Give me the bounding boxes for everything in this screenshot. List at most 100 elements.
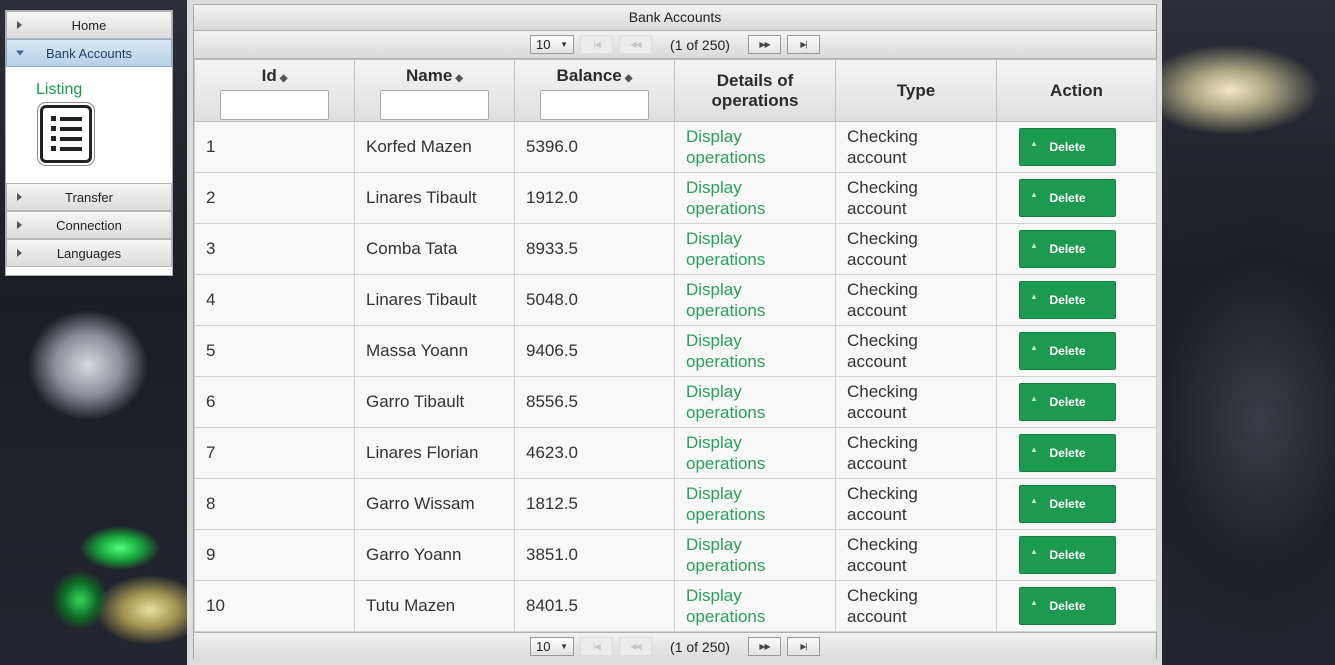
table-row: 7 Linares Florian 4623.0 Display operations C…: [194, 427, 1157, 479]
cell-balance: 8933.5: [514, 223, 675, 275]
cell-name: Tutu Mazen: [354, 580, 515, 632]
display-operations-link[interactable]: Display operations: [674, 529, 836, 581]
delete-button[interactable]: ▲ Delete: [1019, 128, 1116, 166]
menu-bank-accounts-label: Bank Accounts: [46, 45, 132, 61]
delete-button[interactable]: ▲ Delete: [1019, 536, 1116, 574]
type-label-2: account: [847, 556, 907, 575]
delete-button[interactable]: ▲ Delete: [1019, 587, 1116, 625]
first-page-icon[interactable]: |◀: [580, 637, 614, 656]
display-operations-link[interactable]: Display operations: [674, 172, 836, 224]
bottom-paginator: 10 ▼ |◀ ◀◀ (1 of 250) ▶▶ ▶|: [194, 632, 1156, 660]
cell-id: 7: [194, 427, 355, 479]
cell-balance: 1812.5: [514, 478, 675, 530]
delete-button-label: Delete: [1049, 140, 1086, 154]
page-report: (1 of 250): [670, 36, 730, 53]
menu-home-label: Home: [71, 17, 107, 33]
sort-icon[interactable]: ◆: [280, 73, 288, 84]
type-label-2: account: [847, 352, 907, 371]
table-row: 1 Korfed Mazen 5396.0 Display operations Chec…: [194, 121, 1157, 173]
menu-transfer[interactable]: Transfer: [6, 183, 172, 211]
caret-up-icon: ▲: [1030, 598, 1038, 607]
display-operations-link[interactable]: Display operations: [674, 121, 836, 173]
next-page-icon[interactable]: ▶▶: [747, 637, 781, 656]
link-label-1: Display: [686, 535, 742, 554]
column-balance[interactable]: Balance ◆: [514, 59, 675, 122]
cell-id: 3: [194, 223, 355, 275]
table-row: 5 Massa Yoann 9406.5 Display operations Check…: [194, 325, 1157, 377]
delete-button[interactable]: ▲ Delete: [1019, 281, 1116, 319]
caret-up-icon: ▲: [1030, 190, 1038, 199]
cell-name: Linares Tibault: [354, 172, 515, 224]
column-name[interactable]: Name ◆: [354, 59, 515, 122]
last-page-icon[interactable]: ▶|: [786, 637, 820, 656]
link-label-2: operations: [686, 148, 766, 167]
link-label-1: Display: [686, 229, 742, 248]
cell-id: 6: [194, 376, 355, 428]
sort-icon[interactable]: ◆: [455, 73, 463, 84]
table-header-row: Id ◆ Name ◆ Balance ◆ Details of operations: [194, 59, 1157, 122]
cell-action: ▲ Delete: [996, 121, 1157, 173]
delete-button-label: Delete: [1049, 242, 1086, 256]
prev-page-icon[interactable]: ◀◀: [619, 35, 653, 54]
type-label-2: account: [847, 250, 907, 269]
type-label-1: Checking: [847, 586, 918, 605]
delete-button[interactable]: ▲ Delete: [1019, 383, 1116, 421]
next-page-icon[interactable]: ▶▶: [747, 35, 781, 54]
menu-languages[interactable]: Languages: [6, 239, 172, 267]
cell-name: Comba Tata: [354, 223, 515, 275]
link-label-1: Display: [686, 280, 742, 299]
caret-up-icon: ▲: [1030, 496, 1038, 505]
side-menu: Home Bank Accounts Listing Transfer Conn…: [5, 10, 173, 276]
column-id[interactable]: Id ◆: [194, 59, 355, 122]
menu-home[interactable]: Home: [6, 11, 172, 39]
list-icon[interactable]: [40, 105, 92, 163]
type-label-2: account: [847, 505, 907, 524]
cell-action: ▲ Delete: [996, 274, 1157, 326]
balance-filter-input[interactable]: [540, 90, 649, 120]
link-label-1: Display: [686, 586, 742, 605]
rows-per-page-select[interactable]: 10 ▼: [530, 35, 575, 54]
prev-page-icon[interactable]: ◀◀: [619, 637, 653, 656]
rows-per-page-select[interactable]: 10 ▼: [530, 637, 575, 656]
menu-connection[interactable]: Connection: [6, 211, 172, 239]
delete-button[interactable]: ▲ Delete: [1019, 179, 1116, 217]
caret-up-icon: ▲: [1030, 343, 1038, 352]
column-action: Action: [996, 59, 1157, 122]
link-label-2: operations: [686, 250, 766, 269]
display-operations-link[interactable]: Display operations: [674, 580, 836, 632]
display-operations-link[interactable]: Display operations: [674, 223, 836, 275]
type-label-2: account: [847, 301, 907, 320]
cell-action: ▲ Delete: [996, 427, 1157, 479]
cell-name: Massa Yoann: [354, 325, 515, 377]
delete-button[interactable]: ▲ Delete: [1019, 434, 1116, 472]
menu-languages-label: Languages: [56, 245, 122, 261]
delete-button[interactable]: ▲ Delete: [1019, 485, 1116, 523]
display-operations-link[interactable]: Display operations: [674, 376, 836, 428]
table-row: 2 Linares Tibault 1912.0 Display operations C…: [194, 172, 1157, 224]
chevron-down-icon: [16, 50, 24, 56]
display-operations-link[interactable]: Display operations: [674, 274, 836, 326]
link-label-2: operations: [686, 301, 766, 320]
id-filter-input[interactable]: [220, 90, 329, 120]
cell-type: Checking account: [835, 121, 997, 173]
menu-bank-accounts[interactable]: Bank Accounts: [6, 39, 172, 67]
cell-balance: 9406.5: [514, 325, 675, 377]
last-page-icon[interactable]: ▶|: [786, 35, 820, 54]
name-filter-input[interactable]: [380, 90, 489, 120]
first-page-icon[interactable]: |◀: [580, 35, 614, 54]
delete-button[interactable]: ▲ Delete: [1019, 230, 1116, 268]
display-operations-link[interactable]: Display operations: [674, 478, 836, 530]
sort-icon[interactable]: ◆: [625, 73, 633, 84]
display-operations-link[interactable]: Display operations: [674, 427, 836, 479]
column-details-label-2: operations: [711, 90, 799, 110]
column-balance-label: Balance: [556, 66, 622, 85]
cell-action: ▲ Delete: [996, 376, 1157, 428]
cell-action: ▲ Delete: [996, 580, 1157, 632]
listing-link[interactable]: Listing: [36, 81, 172, 99]
delete-button[interactable]: ▲ Delete: [1019, 332, 1116, 370]
cell-name: Garro Tibault: [354, 376, 515, 428]
cell-balance: 5396.0: [514, 121, 675, 173]
display-operations-link[interactable]: Display operations: [674, 325, 836, 377]
type-label-1: Checking: [847, 229, 918, 248]
delete-button-label: Delete: [1049, 446, 1086, 460]
